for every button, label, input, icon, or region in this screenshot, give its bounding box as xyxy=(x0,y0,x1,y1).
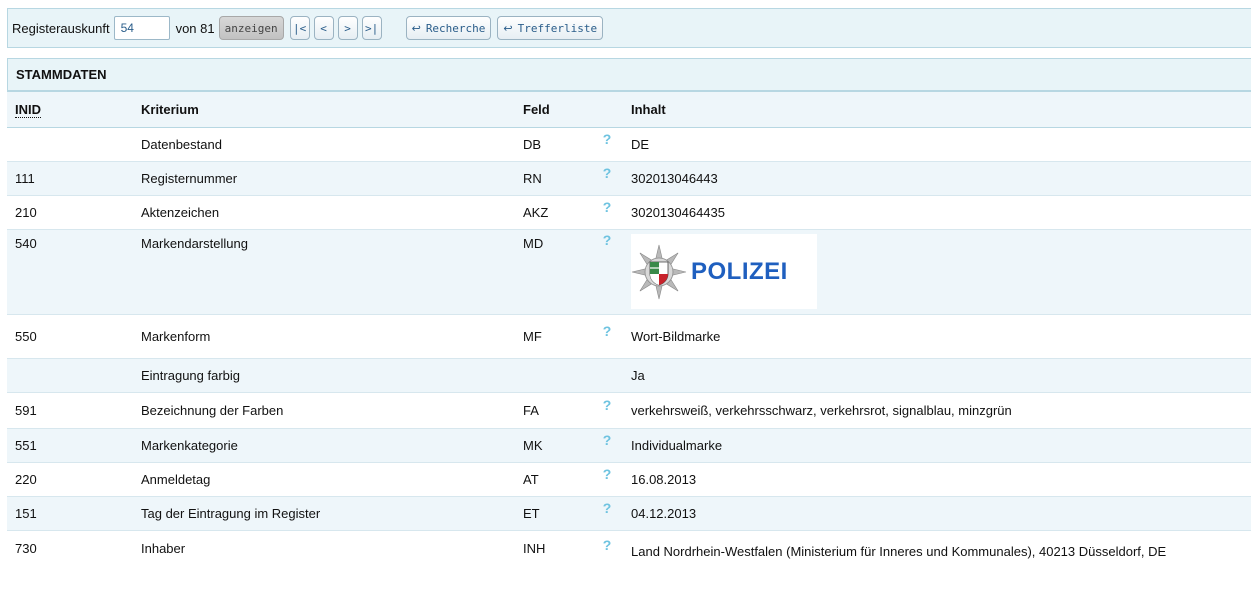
row-inid: 220 xyxy=(15,472,37,487)
hitlist-button[interactable]: ↩ Trefferliste xyxy=(497,16,604,40)
row-inid xyxy=(7,128,133,161)
row-inhalt: Ja xyxy=(631,368,645,383)
row-kriterium: Registernummer xyxy=(141,171,238,186)
table-header-row: INID Kriterium Feld Inhalt xyxy=(7,91,1251,128)
help-question-icon[interactable]: ? xyxy=(603,165,612,181)
help-question-icon[interactable]: ? xyxy=(603,432,612,448)
header-feld: Feld xyxy=(523,102,550,117)
row-kriterium: Inhaber xyxy=(141,541,186,556)
row-feld: FA xyxy=(523,403,539,418)
header-inhalt: Inhalt xyxy=(631,102,666,117)
header-kriterium: Kriterium xyxy=(141,102,199,117)
row-feld: ET xyxy=(523,506,540,521)
row-inhalt: Individualmarke xyxy=(631,438,723,453)
table-row: 591 Bezeichnung der Farben FA ? verkehrs… xyxy=(7,393,1251,429)
polizei-star-logo xyxy=(631,244,687,299)
row-inhalt: Land Nordrhein-Westfalen (Ministerium fü… xyxy=(631,544,1167,559)
row-feld: RN xyxy=(523,171,542,186)
row-feld: MF xyxy=(523,329,542,344)
help-question-icon[interactable]: ? xyxy=(603,466,612,482)
next-record-button[interactable]: > xyxy=(337,16,358,40)
table-row: Datenbestand DB ? DE xyxy=(7,128,1251,162)
header-inid[interactable]: INID xyxy=(15,102,41,118)
row-inid: 540 xyxy=(15,236,37,251)
return-arrow-icon: ↩ xyxy=(411,21,421,35)
row-feld: INH xyxy=(523,541,546,556)
row-kriterium: Markendarstellung xyxy=(141,236,248,251)
table-row: 540 Markendarstellung MD ? POLIZEI xyxy=(7,230,1251,315)
row-inid: 550 xyxy=(15,329,37,344)
previous-record-button[interactable]: < xyxy=(313,16,334,40)
first-record-button[interactable]: |< xyxy=(289,16,310,40)
row-inid xyxy=(7,359,133,392)
row-inid: 730 xyxy=(15,541,37,556)
row-inhalt: verkehrsweiß, verkehrsschwarz, verkehrsr… xyxy=(631,403,1012,418)
show-button[interactable]: anzeigen xyxy=(218,16,284,40)
help-question-icon[interactable]: ? xyxy=(603,131,612,147)
section-header: STAMMDATEN xyxy=(7,58,1251,91)
row-kriterium: Anmeldetag xyxy=(141,472,211,487)
row-feld: DB xyxy=(523,137,542,152)
table-row: 220 Anmeldetag AT ? 16.08.2013 xyxy=(7,463,1251,497)
help-question-icon[interactable]: ? xyxy=(603,232,612,248)
help-question-icon[interactable]: ? xyxy=(603,537,612,553)
row-kriterium: Aktenzeichen xyxy=(141,205,220,220)
row-inid: 551 xyxy=(15,438,37,453)
hitlist-button-label: Trefferliste xyxy=(517,21,598,35)
row-feld xyxy=(515,359,591,392)
register-number-input[interactable] xyxy=(113,16,170,40)
row-inhalt: 3020130464435 xyxy=(631,205,725,220)
total-count-label: von 81 xyxy=(175,20,215,36)
table-row: 111 Registernummer RN ? 302013046443 xyxy=(7,162,1251,196)
row-kriterium: Datenbestand xyxy=(141,137,222,152)
table-row: Eintragung farbig Ja xyxy=(7,359,1251,393)
help-question-icon[interactable]: ? xyxy=(603,199,612,215)
row-kriterium: Eintragung farbig xyxy=(141,368,241,383)
row-inhalt: 04.12.2013 xyxy=(631,506,697,521)
trademark-image: POLIZEI xyxy=(631,234,817,309)
row-kriterium: Markenkategorie xyxy=(141,438,238,453)
table-row: 551 Markenkategorie MK ? Individualmarke xyxy=(7,429,1251,463)
row-inhalt: Wort-Bildmarke xyxy=(631,329,721,344)
row-inid: 591 xyxy=(15,403,37,418)
logo-text: POLIZEI xyxy=(691,257,788,285)
row-kriterium: Tag der Eintragung im Register xyxy=(141,506,321,521)
help-question-icon[interactable]: ? xyxy=(603,500,612,516)
row-inhalt: DE xyxy=(631,137,650,152)
row-kriterium: Bezeichnung der Farben xyxy=(141,403,284,418)
stammdaten-table: INID Kriterium Feld Inhalt Datenbestand … xyxy=(7,91,1251,601)
research-button-label: Recherche xyxy=(425,21,486,35)
table-row: 550 Markenform MF ? Wort-Bildmarke xyxy=(7,315,1251,359)
table-row: 730 Inhaber INH ? Land Nordrhein-Westfal… xyxy=(7,531,1251,601)
row-kriterium: Markenform xyxy=(141,329,211,344)
register-toolbar: Registerauskunft von 81 anzeigen |< < > … xyxy=(7,8,1251,48)
help-question-icon[interactable]: ? xyxy=(603,397,612,413)
return-arrow-icon: ↩ xyxy=(503,21,513,35)
row-inid: 111 xyxy=(15,171,35,186)
row-inid: 151 xyxy=(15,506,37,521)
row-feld: MK xyxy=(523,438,543,453)
table-row: 210 Aktenzeichen AKZ ? 3020130464435 xyxy=(7,196,1251,230)
registerauskunft-label: Registerauskunft xyxy=(12,20,110,36)
research-button[interactable]: ↩ Recherche xyxy=(405,16,492,40)
last-record-button[interactable]: >| xyxy=(361,16,382,40)
help-question-icon[interactable]: ? xyxy=(603,323,612,339)
row-feld: AT xyxy=(523,472,539,487)
row-inhalt: 16.08.2013 xyxy=(631,472,697,487)
row-feld: AKZ xyxy=(523,205,549,220)
row-inid: 210 xyxy=(15,205,37,220)
row-feld: MD xyxy=(523,236,544,251)
row-inhalt: 302013046443 xyxy=(631,171,718,186)
section-title: STAMMDATEN xyxy=(16,67,107,82)
table-row: 151 Tag der Eintragung im Register ET ? … xyxy=(7,497,1251,531)
